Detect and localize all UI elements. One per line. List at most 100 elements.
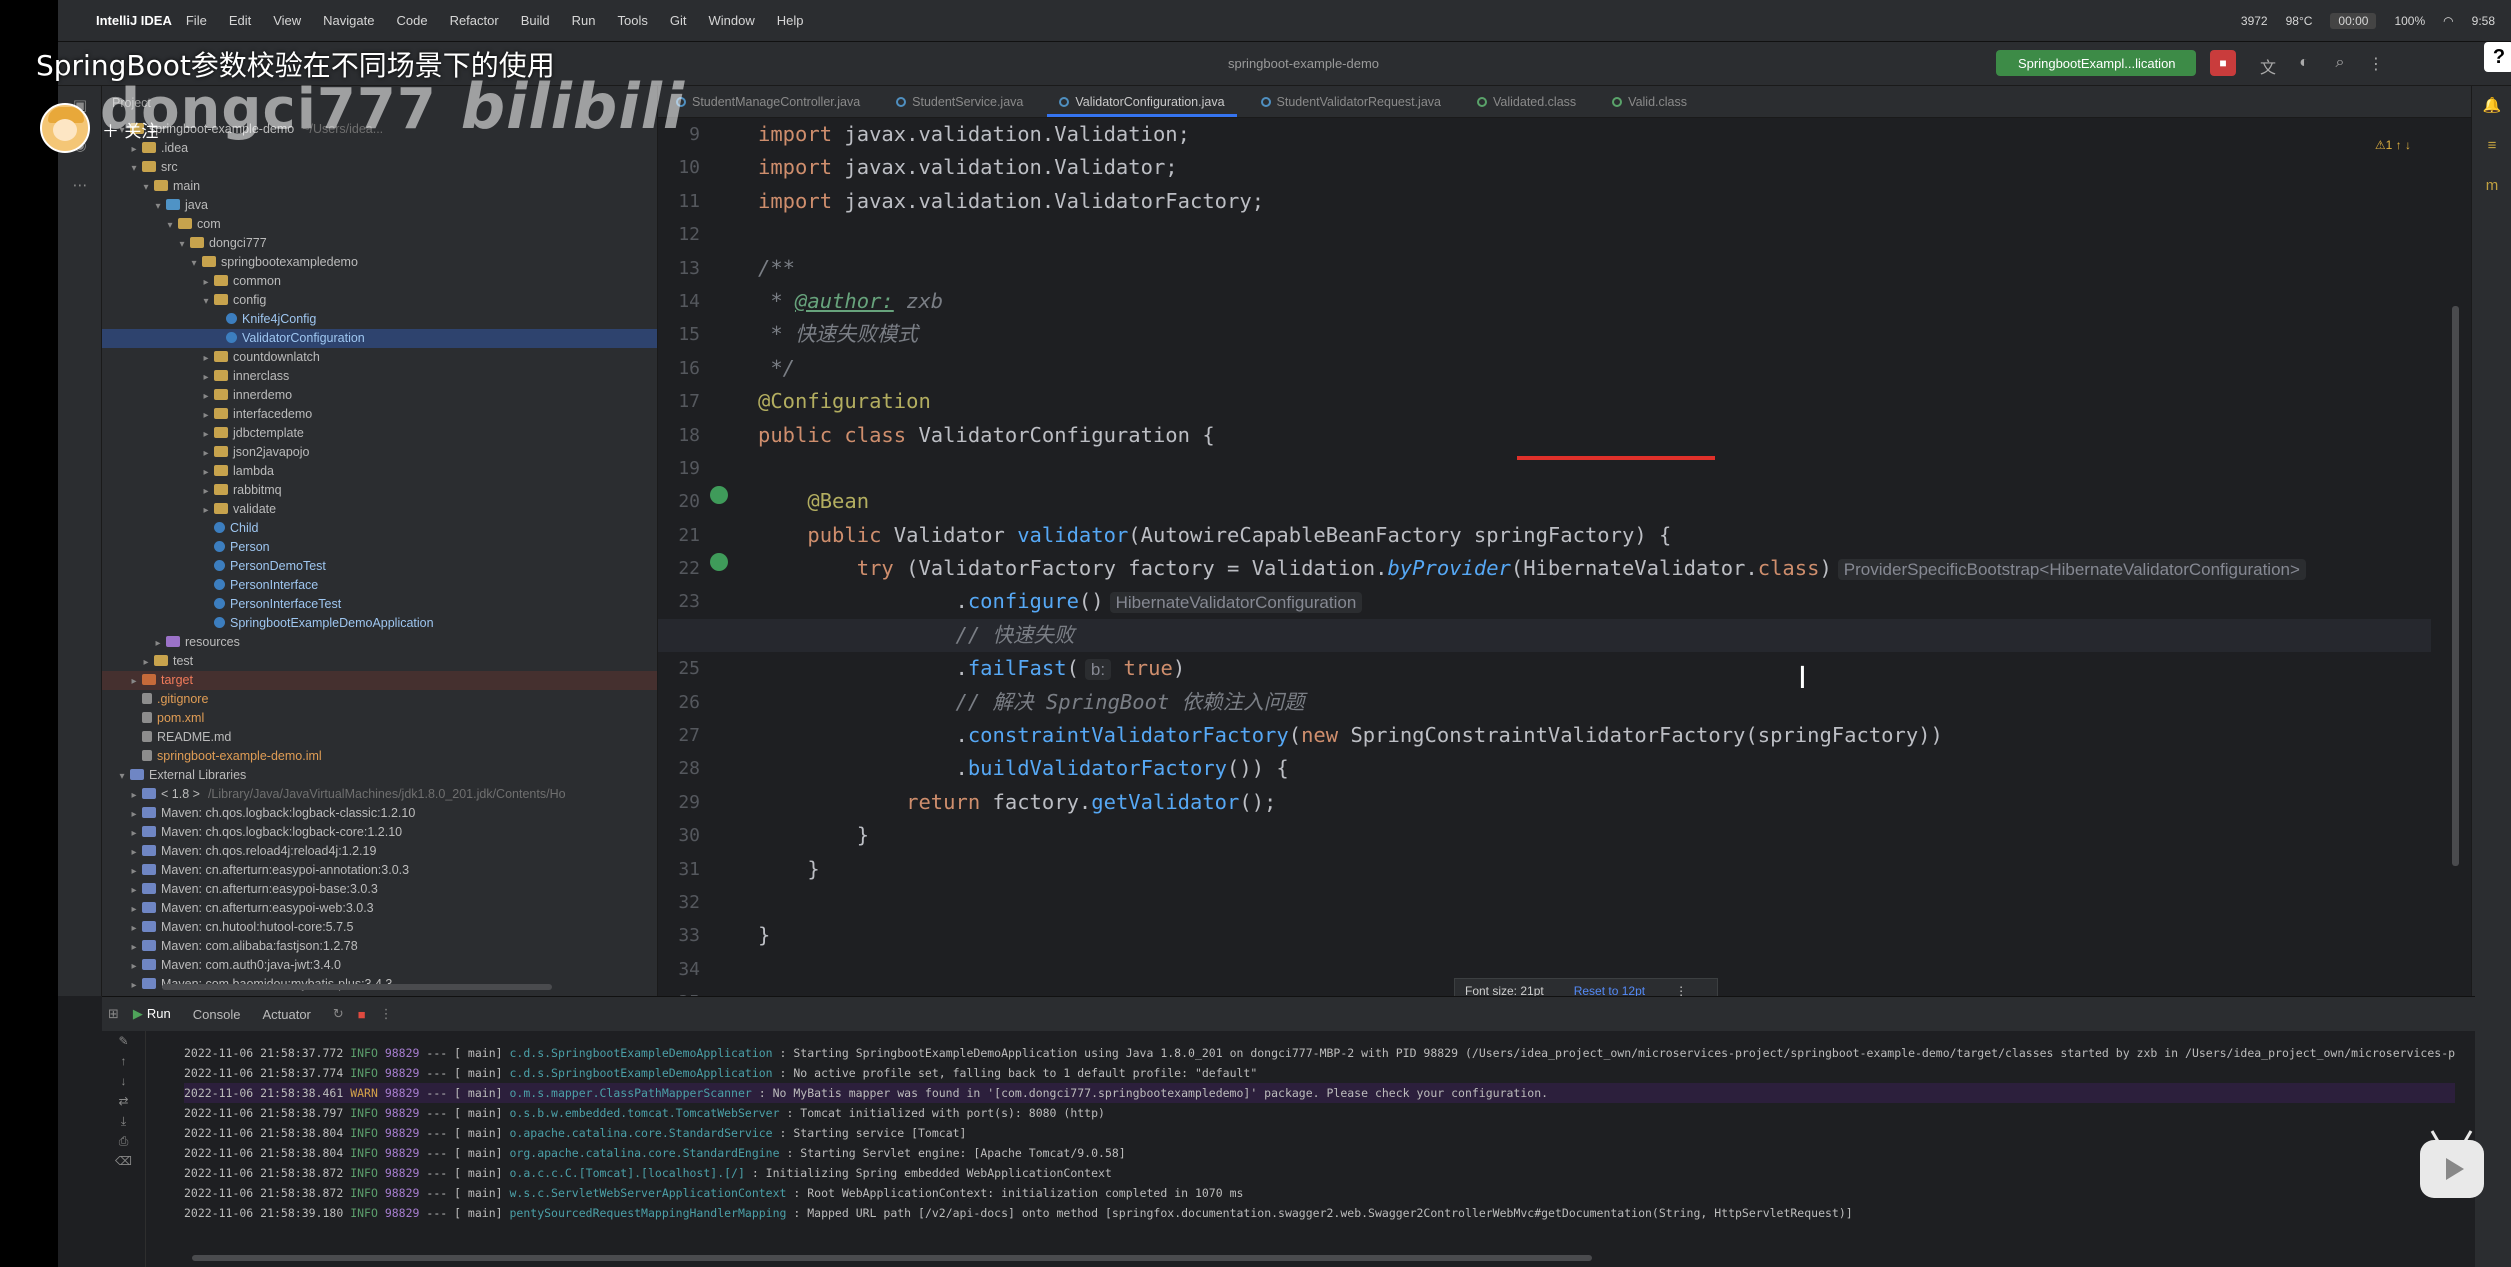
tree-node[interactable]: springboot-example-demo.iml bbox=[102, 747, 657, 766]
tree-node[interactable]: ▸ Maven: ch.qos.reload4j:reload4j:1.2.19 bbox=[102, 842, 657, 861]
font-popup-more-icon[interactable]: ⋮ bbox=[1675, 984, 1687, 996]
expand-arrow-icon[interactable]: ▸ bbox=[200, 368, 212, 387]
tree-node[interactable]: ▸ Maven: ch.qos.logback:logback-core:1.2.… bbox=[102, 823, 657, 842]
expand-arrow-icon[interactable]: ▸ bbox=[200, 425, 212, 444]
bean-method-gutter-icon[interactable] bbox=[710, 553, 728, 571]
expand-arrow-icon[interactable]: ▾ bbox=[140, 178, 152, 197]
tree-node[interactable]: ▸ Maven: com.alibaba:fastjson:1.2.78 bbox=[102, 937, 657, 956]
expand-arrow-icon[interactable]: ▸ bbox=[200, 387, 212, 406]
expand-arrow-icon[interactable]: ▸ bbox=[128, 843, 140, 862]
tree-node[interactable]: ▸ Maven: cn.hutool:hutool-core:5.7.5 bbox=[102, 918, 657, 937]
expand-arrow-icon[interactable]: ▾ bbox=[188, 254, 200, 273]
expand-arrow-icon[interactable]: ▸ bbox=[128, 976, 140, 995]
expand-arrow-icon[interactable]: ▸ bbox=[128, 881, 140, 900]
grid-icon[interactable]: ⊞ bbox=[108, 1006, 119, 1022]
menu-file[interactable]: File bbox=[186, 13, 207, 28]
editor-vertical-scrollbar[interactable] bbox=[2452, 306, 2459, 866]
run-more-icon[interactable]: ⋮ bbox=[380, 1006, 393, 1022]
expand-arrow-icon[interactable]: ▾ bbox=[200, 292, 212, 311]
editor-tab[interactable]: Validated.class bbox=[1459, 95, 1594, 117]
expand-arrow-icon[interactable]: ▸ bbox=[128, 672, 140, 691]
tab-run[interactable]: ▶ Run bbox=[133, 1006, 171, 1022]
stop-button[interactable]: ■ bbox=[2210, 50, 2236, 76]
menu-tools[interactable]: Tools bbox=[617, 13, 647, 28]
menu-refactor[interactable]: Refactor bbox=[450, 13, 499, 28]
menu-code[interactable]: Code bbox=[396, 13, 427, 28]
tree-node[interactable]: ▸ Maven: ch.qos.logback:logback-classic:1… bbox=[102, 804, 657, 823]
tree-node[interactable]: ▾ com bbox=[102, 215, 657, 234]
stop-run-icon[interactable]: ■ bbox=[358, 1007, 366, 1022]
editor-tab[interactable]: Valid.class bbox=[1594, 95, 1705, 117]
expand-arrow-icon[interactable]: ▸ bbox=[200, 349, 212, 368]
reset-font-size-link[interactable]: Reset to 12pt bbox=[1574, 984, 1645, 996]
expand-arrow-icon[interactable]: ▸ bbox=[200, 406, 212, 425]
editor-tab[interactable]: ValidatorConfiguration.java bbox=[1041, 95, 1242, 117]
tree-node[interactable]: pom.xml bbox=[102, 709, 657, 728]
menu-help[interactable]: Help bbox=[777, 13, 804, 28]
expand-arrow-icon[interactable]: ▾ bbox=[164, 216, 176, 235]
tree-node[interactable]: PersonInterfaceTest bbox=[102, 595, 657, 614]
tree-node[interactable]: ▸ Maven: cn.afterturn:easypoi-annotation:… bbox=[102, 861, 657, 880]
run-configuration-selector[interactable]: SpringbootExampl...lication bbox=[1996, 50, 2196, 76]
menu-run[interactable]: Run bbox=[572, 13, 596, 28]
maven-icon[interactable]: m bbox=[2472, 166, 2511, 206]
tree-node[interactable]: ▾ config bbox=[102, 291, 657, 310]
wifi-icon[interactable]: ◠ bbox=[2443, 14, 2453, 28]
tree-node[interactable]: ▸ test bbox=[102, 652, 657, 671]
tree-node[interactable]: PersonDemoTest bbox=[102, 557, 657, 576]
tree-node[interactable]: PersonInterface bbox=[102, 576, 657, 595]
tree-node[interactable]: ▾ springbootexampledemo bbox=[102, 253, 657, 272]
help-icon[interactable]: ? bbox=[2484, 42, 2511, 72]
more-icon[interactable]: ⋮ bbox=[2366, 54, 2386, 74]
expand-arrow-icon[interactable]: ▸ bbox=[128, 938, 140, 957]
expand-arrow-icon[interactable]: ▾ bbox=[128, 159, 140, 178]
uploader-avatar[interactable] bbox=[40, 103, 90, 153]
tree-node[interactable]: ▸ target bbox=[102, 671, 657, 690]
tree-node[interactable]: ▸ resources bbox=[102, 633, 657, 652]
print-icon[interactable]: ⎙ bbox=[102, 1131, 145, 1151]
editor-tab[interactable]: StudentService.java bbox=[878, 95, 1041, 117]
menu-window[interactable]: Window bbox=[708, 13, 754, 28]
tree-node[interactable]: Child bbox=[102, 519, 657, 538]
console-horizontal-scrollbar[interactable] bbox=[192, 1255, 1592, 1261]
editor-tab[interactable]: StudentManageController.java bbox=[658, 95, 878, 117]
memory-readout[interactable]: 3972 bbox=[2241, 14, 2268, 28]
clock-readout[interactable]: 9:58 bbox=[2472, 14, 2495, 28]
tree-node[interactable]: Knife4jConfig bbox=[102, 310, 657, 329]
tree-node[interactable]: ▾ main bbox=[102, 177, 657, 196]
tab-console[interactable]: Console bbox=[193, 1007, 241, 1022]
tree-node[interactable]: .gitignore bbox=[102, 690, 657, 709]
tree-node[interactable]: ▸ validate bbox=[102, 500, 657, 519]
translate-icon[interactable]: 文 bbox=[2258, 54, 2278, 77]
tree-node[interactable]: README.md bbox=[102, 728, 657, 747]
expand-arrow-icon[interactable]: ▸ bbox=[140, 653, 152, 672]
tree-node[interactable]: Person bbox=[102, 538, 657, 557]
expand-arrow-icon[interactable]: ▸ bbox=[152, 634, 164, 653]
menu-view[interactable]: View bbox=[273, 13, 301, 28]
expand-arrow-icon[interactable]: ▸ bbox=[128, 862, 140, 881]
notifications-icon[interactable]: 🔔 bbox=[2472, 86, 2511, 126]
tree-node[interactable]: ▸ < 1.8 > /Library/Java/JavaVirtualMachine… bbox=[102, 785, 657, 804]
expand-arrow-icon[interactable]: ▸ bbox=[128, 805, 140, 824]
battery-readout[interactable]: 100% bbox=[2394, 14, 2425, 28]
menu-git[interactable]: Git bbox=[670, 13, 687, 28]
tree-node[interactable]: ▸ json2javapojo bbox=[102, 443, 657, 462]
profile-icon[interactable]: ◐ bbox=[2294, 54, 2314, 74]
tree-node[interactable]: ▸ lambda bbox=[102, 462, 657, 481]
temperature-readout[interactable]: 98°C bbox=[2286, 14, 2313, 28]
tree-node[interactable]: ▸ Maven: cn.afterturn:easypoi-base:3.0.3 bbox=[102, 880, 657, 899]
expand-arrow-icon[interactable]: ▸ bbox=[128, 824, 140, 843]
menu-edit[interactable]: Edit bbox=[229, 13, 251, 28]
tree-node[interactable]: ▾ java bbox=[102, 196, 657, 215]
tree-node[interactable]: ▸ common bbox=[102, 272, 657, 291]
tree-node[interactable]: ▸ countdownlatch bbox=[102, 348, 657, 367]
wrench-icon[interactable]: ✎ bbox=[102, 1031, 145, 1051]
up-icon[interactable]: ↑ bbox=[102, 1051, 145, 1071]
more-tools-icon[interactable]: ⋯ bbox=[58, 166, 102, 206]
expand-arrow-icon[interactable]: ▸ bbox=[200, 501, 212, 520]
tab-actuator[interactable]: Actuator bbox=[262, 1007, 310, 1022]
expand-arrow-icon[interactable]: ▸ bbox=[128, 786, 140, 805]
tree-node[interactable]: ▸ innerdemo bbox=[102, 386, 657, 405]
editor-tab[interactable]: StudentValidatorRequest.java bbox=[1243, 95, 1459, 117]
expand-arrow-icon[interactable]: ▸ bbox=[128, 900, 140, 919]
